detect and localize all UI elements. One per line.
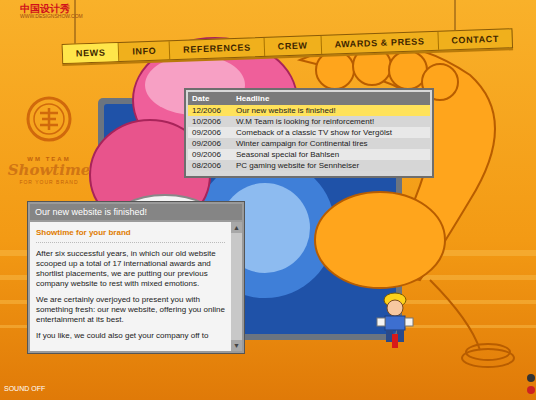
article-paragraph: If you like, we could also get your comp… — [36, 331, 225, 341]
worker-figure-icon — [377, 293, 413, 348]
news-panel: DateHeadline 12/2006 Our new website is … — [184, 88, 434, 178]
nav-tab[interactable]: INFO — [119, 41, 171, 61]
news-headline: Comeback of a classic TV show for Vergöl… — [236, 128, 426, 137]
watermark-url: WWW.DESIGNSHOW.COM — [20, 14, 83, 20]
stage: 中国设计秀 WWW.DESIGNSHOW.COM NEWSINFOREFEREN… — [0, 0, 536, 400]
news-date: 08/2006 — [192, 161, 236, 170]
brand-tagline: FOR YOUR BRAND — [19, 179, 78, 185]
news-headline: PC gaming website for Sennheiser — [236, 161, 426, 170]
article-paragraph: After six successful years, in which our… — [36, 249, 225, 289]
news-headline: Seasonal special for Bahlsen — [236, 150, 426, 159]
brand-name: Showtime — [8, 162, 91, 179]
article-content: Showtime for your brand After six succes… — [30, 222, 231, 351]
news-headline: Our new website is finished! — [236, 106, 426, 115]
news-row[interactable]: 09/2006 Comeback of a classic TV show fo… — [188, 127, 430, 138]
column-header: Headline — [236, 94, 426, 103]
news-date: 09/2006 — [192, 128, 236, 137]
news-row[interactable]: 09/2006 Winter campaign for Continental … — [188, 138, 430, 149]
news-headline: Winter campaign for Continental tires — [236, 139, 426, 148]
nav-tab[interactable]: NEWS — [63, 43, 120, 63]
news-date: 09/2006 — [192, 139, 236, 148]
nav-tab[interactable]: CONTACT — [438, 29, 512, 50]
news-header-row: DateHeadline — [188, 92, 430, 105]
news-row[interactable]: 08/2006 PC gaming website for Sennheiser — [188, 160, 430, 171]
watermark: 中国设计秀 WWW.DESIGNSHOW.COM — [20, 3, 83, 20]
scroll-down-button[interactable]: ▼ — [231, 340, 242, 351]
brand: WM TEAM Showtime FOR YOUR BRAND — [14, 96, 84, 185]
news-date: 10/2006 — [192, 117, 236, 126]
nav-tab[interactable]: AWARDS & PRESS — [321, 32, 438, 54]
article-body: Showtime for your brand After six succes… — [30, 222, 242, 351]
nav-tab[interactable]: REFERENCES — [170, 38, 265, 59]
nav-tab[interactable]: CREW — [264, 36, 321, 56]
scroll-up-button[interactable]: ▲ — [231, 222, 242, 233]
emblem-icon — [26, 96, 72, 142]
article-subtitle: Showtime for your brand — [36, 228, 225, 243]
news-date: 09/2006 — [192, 150, 236, 159]
news-row[interactable]: 09/2006 Seasonal special for Bahlsen — [188, 149, 430, 160]
sound-toggle[interactable]: SOUND OFF — [4, 385, 45, 392]
watermark-title: 中国设计秀 — [20, 3, 83, 14]
news-row[interactable]: 10/2006 W.M Team is looking for reinforc… — [188, 116, 430, 127]
news-row[interactable]: 12/2006 Our new website is finished! — [188, 105, 430, 116]
article-paragraph: We are certainly overjoyed to present yo… — [36, 295, 225, 325]
flag-icon[interactable] — [527, 386, 535, 394]
flag-icon[interactable] — [527, 374, 535, 382]
news-headline: W.M Team is looking for reinforcement! — [236, 117, 426, 126]
news-date: 12/2006 — [192, 106, 236, 115]
scrollbar[interactable]: ▲ ▼ — [231, 222, 242, 351]
article-panel: Our new website is finished! Showtime fo… — [27, 201, 245, 354]
article-title: Our new website is finished! — [30, 204, 242, 220]
column-header: Date — [192, 94, 236, 103]
